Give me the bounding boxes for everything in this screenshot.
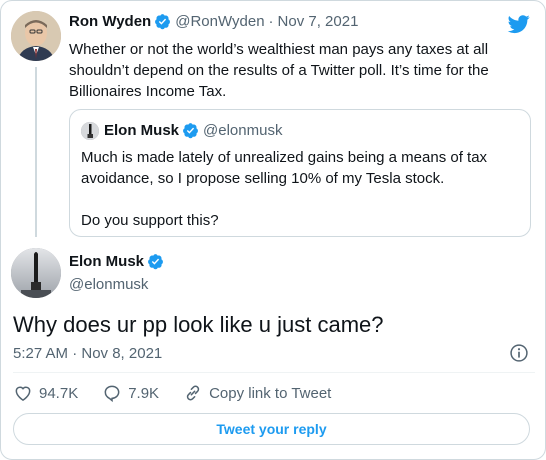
separator: · bbox=[268, 13, 274, 30]
quoted-author-name: Elon Musk bbox=[104, 122, 180, 139]
parent-tweet-text: Whether or not the world’s wealthiest ma… bbox=[69, 41, 489, 100]
main-tweet-author: Elon Musk bbox=[69, 253, 168, 270]
verified-badge-icon bbox=[183, 123, 198, 139]
heart-icon bbox=[15, 386, 31, 401]
tweet-date[interactable]: Nov 7, 2021 bbox=[278, 13, 359, 30]
quoted-tweet-header: Elon Musk @elonmusk bbox=[104, 122, 282, 139]
avatar-image bbox=[11, 248, 61, 298]
tweet-your-reply-button[interactable]: Tweet your reply bbox=[13, 413, 530, 445]
verified-badge-icon bbox=[148, 254, 163, 270]
quoted-tweet-text: Much is made lately of unrealized gains … bbox=[81, 149, 488, 187]
avatar-elon-musk-small bbox=[81, 122, 99, 140]
reply-count: 7.9K bbox=[128, 384, 160, 402]
copy-link-button[interactable]: Copy link to Tweet bbox=[183, 383, 331, 403]
reply-button[interactable]: 7.9K bbox=[102, 383, 159, 403]
avatar-image bbox=[81, 122, 99, 140]
twitter-bird-icon[interactable] bbox=[506, 13, 532, 35]
verified-badge-icon bbox=[155, 14, 171, 30]
quoted-author-handle: @elonmusk bbox=[203, 122, 283, 139]
author-handle[interactable]: @elonmusk bbox=[69, 276, 148, 293]
parent-tweet-header: Ron Wyden @RonWyden · Nov 7, 2021 bbox=[69, 13, 358, 30]
tweet-timestamp[interactable]: 5:27 AM · Nov 8, 2021 bbox=[13, 345, 162, 362]
like-button[interactable]: 94.7K bbox=[13, 383, 78, 403]
avatar-ron-wyden[interactable] bbox=[11, 11, 61, 61]
reply-bubble-icon bbox=[104, 385, 120, 403]
tweet-actions: 94.7K 7.9K Copy link to Tweet bbox=[13, 383, 355, 403]
main-tweet-text: Why does ur pp look like u just came? bbox=[13, 312, 384, 337]
like-count: 94.7K bbox=[39, 384, 79, 402]
link-icon bbox=[186, 385, 200, 401]
info-icon[interactable] bbox=[509, 343, 529, 363]
author-name[interactable]: Ron Wyden bbox=[69, 13, 151, 30]
tweet-card: Ron Wyden @RonWyden · Nov 7, 2021 Whethe… bbox=[0, 0, 546, 460]
quoted-tweet[interactable]: Elon Musk @elonmusk Much is made lately … bbox=[69, 109, 531, 237]
divider bbox=[13, 372, 535, 373]
thread-connector-line bbox=[35, 67, 37, 237]
author-handle[interactable]: @RonWyden bbox=[175, 13, 264, 30]
avatar-elon-musk[interactable] bbox=[11, 248, 61, 298]
avatar-image bbox=[11, 11, 61, 61]
author-name[interactable]: Elon Musk bbox=[69, 253, 144, 270]
copy-link-label: Copy link to Tweet bbox=[209, 384, 332, 402]
quoted-tweet-question: Do you support this? bbox=[81, 212, 219, 229]
